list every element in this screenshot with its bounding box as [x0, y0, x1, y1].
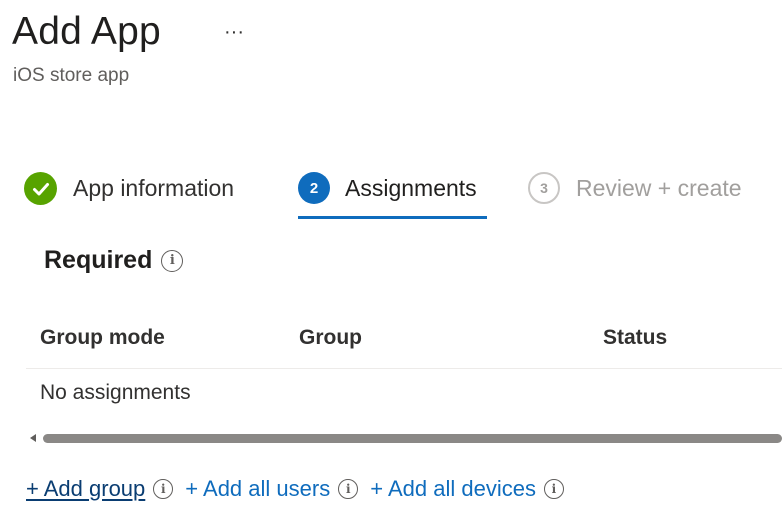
wizard-step-label: Assignments [345, 174, 477, 201]
page-subtitle: iOS store app [13, 65, 130, 86]
column-header-status[interactable]: Status [603, 326, 667, 350]
wizard-step-app-information[interactable]: App information [24, 172, 234, 205]
add-group-link[interactable]: + Add group [26, 476, 145, 502]
info-icon[interactable]: i [338, 479, 359, 499]
chevron-left-icon[interactable] [30, 434, 36, 442]
add-all-devices-link[interactable]: + Add all devices [370, 476, 536, 502]
info-icon[interactable]: i [153, 479, 174, 499]
section-heading-required: Required i [44, 246, 184, 275]
horizontal-scrollbar[interactable] [26, 431, 782, 445]
info-icon[interactable]: i [543, 479, 564, 499]
more-options-button[interactable]: ··· [224, 20, 244, 44]
column-header-group[interactable]: Group [299, 326, 362, 350]
scrollbar-thumb[interactable] [43, 434, 782, 443]
info-icon[interactable]: i [161, 249, 184, 272]
wizard-step-assignments[interactable]: 2 Assignments [298, 172, 477, 204]
column-header-group-mode[interactable]: Group mode [40, 326, 165, 350]
add-all-users-link[interactable]: + Add all users [185, 476, 330, 502]
add-app-page: Add App ··· iOS store app App informatio… [0, 0, 782, 530]
wizard-step-label: App information [73, 175, 235, 201]
wizard-step-review-create[interactable]: 3 Review + create [528, 172, 742, 204]
assignment-actions: + Add group i + Add all users i + Add al… [26, 476, 576, 502]
step-number-badge: 2 [298, 172, 330, 204]
section-heading-text: Required [44, 246, 153, 274]
empty-table-message: No assignments [40, 381, 191, 404]
wizard-step-label: Review + create [576, 174, 742, 201]
active-step-indicator [298, 216, 487, 219]
step-number-badge: 3 [528, 172, 560, 204]
page-title: Add App [12, 10, 161, 53]
table-divider [26, 368, 782, 369]
checkmark-icon [24, 172, 57, 205]
